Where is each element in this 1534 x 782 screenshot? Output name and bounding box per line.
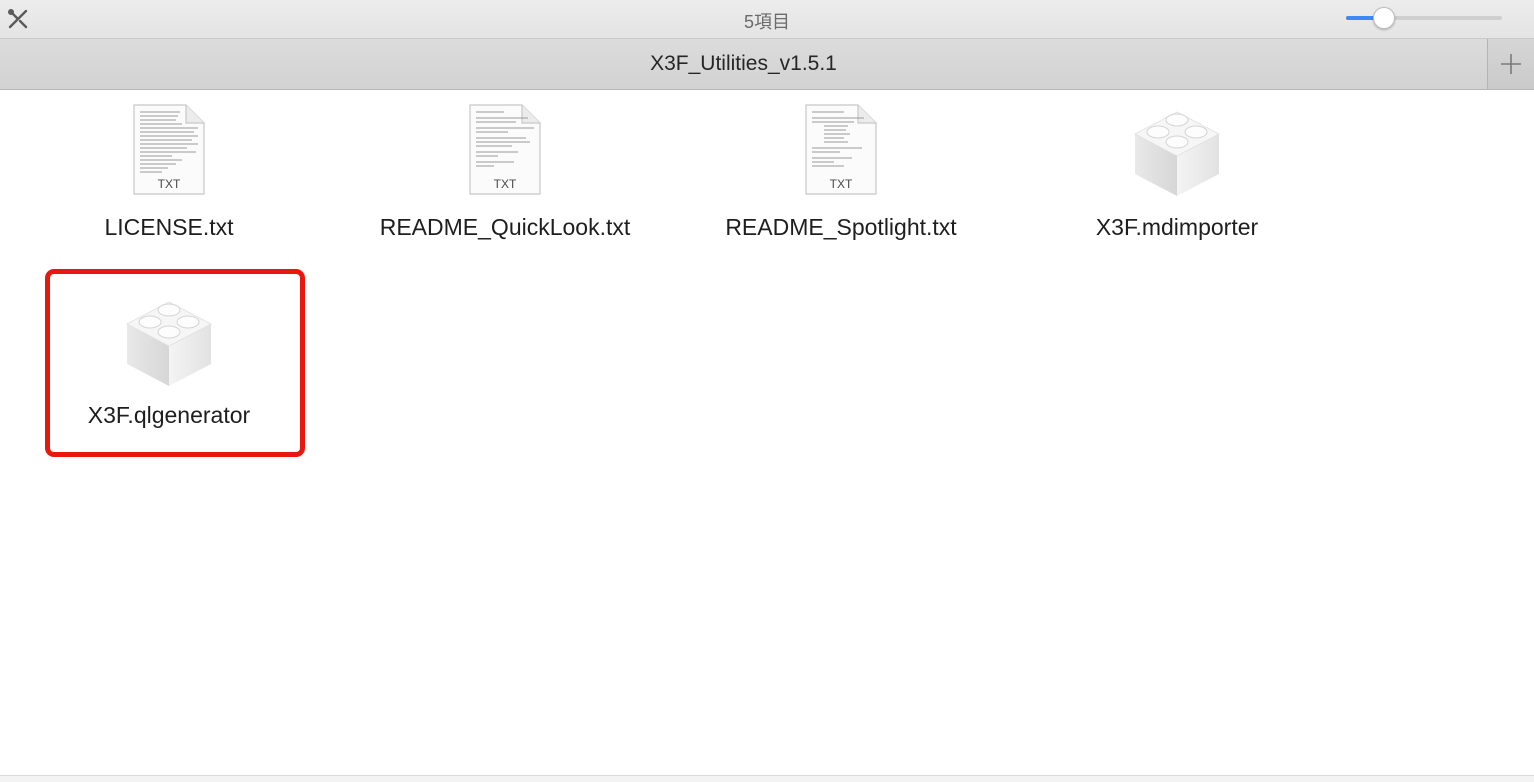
- file-name: LICENSE.txt: [104, 214, 234, 240]
- txt-ext-label: TXT: [158, 177, 181, 191]
- window-bottom-edge: [0, 775, 1534, 782]
- txt-ext-label: TXT: [830, 177, 853, 191]
- icon-size-slider[interactable]: [1346, 7, 1504, 29]
- file-name: X3F.mdimporter: [1095, 214, 1259, 240]
- txt-ext-label: TXT: [494, 177, 517, 191]
- file-name: README_Spotlight.txt: [725, 214, 957, 240]
- toolbar: 5項目: [0, 0, 1534, 39]
- highlight-annotation-box: [45, 269, 305, 457]
- text-file-icon: TXT: [133, 104, 205, 195]
- tab-bar: X3F_Utilities_v1.5.1: [0, 39, 1534, 90]
- slider-knob[interactable]: [1372, 7, 1395, 29]
- lego-plugin-icon: [1134, 111, 1220, 196]
- new-tab-button[interactable]: [1487, 39, 1534, 89]
- text-file-icon: TXT: [805, 104, 877, 195]
- plus-icon: [1501, 54, 1521, 74]
- finder-window: 5項目 X3F_Utilities_v1.5.1 TXT LICENSE.txt…: [0, 0, 1534, 782]
- file-item-readme-quicklook[interactable]: TXT README_QuickLook.txt: [380, 104, 630, 274]
- file-item-mdimporter[interactable]: X3F.mdimporter: [1057, 104, 1297, 274]
- item-count-label: 5項目: [743, 12, 790, 32]
- file-item-readme-spotlight[interactable]: TXT README_Spotlight.txt: [721, 104, 961, 274]
- file-item-license[interactable]: TXT LICENSE.txt: [49, 104, 289, 274]
- text-file-icon: TXT: [469, 104, 541, 195]
- file-name: README_QuickLook.txt: [379, 214, 631, 240]
- tab-folder-title[interactable]: X3F_Utilities_v1.5.1: [0, 52, 1487, 76]
